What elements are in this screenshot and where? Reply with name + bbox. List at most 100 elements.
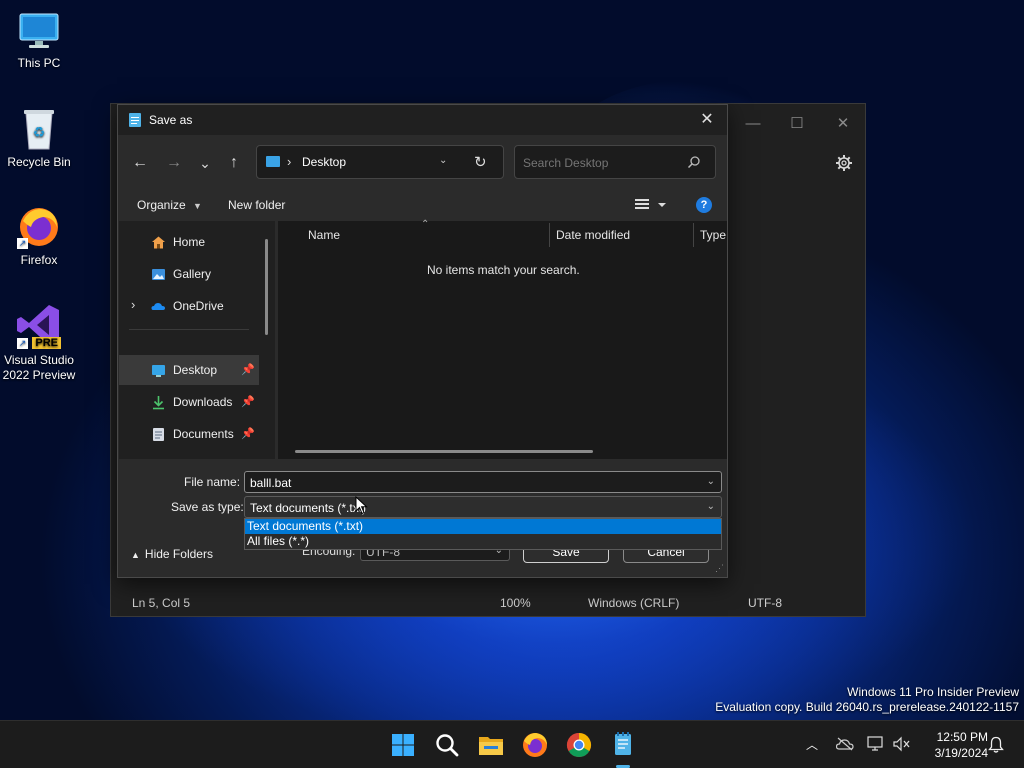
dialog-titlebar: Save as ✕ bbox=[118, 105, 727, 135]
file-name-label: File name: bbox=[184, 475, 241, 489]
file-list: ⌃ No items match your search. bbox=[278, 219, 727, 459]
column-divider[interactable] bbox=[549, 223, 550, 247]
nav-scrollbar[interactable] bbox=[265, 239, 268, 335]
cursor-position: Ln 5, Col 5 bbox=[132, 596, 191, 610]
save-as-type-dropdown: Text documents (*.txt) All files (*.*) bbox=[244, 518, 722, 550]
watermark-line-2: Evaluation copy. Build 26040.rs_prerelea… bbox=[715, 700, 1019, 714]
horizontal-scrollbar[interactable] bbox=[295, 450, 593, 453]
view-options-icon[interactable] bbox=[634, 197, 670, 213]
dialog-close-button[interactable]: ✕ bbox=[696, 109, 718, 131]
refresh-button[interactable]: ↻ bbox=[474, 153, 487, 171]
help-button[interactable]: ? bbox=[696, 197, 712, 213]
save-as-dialog: Save as ✕ ← → ⌄ ↑ › Desktop ⌄ ↻ Organize… bbox=[117, 104, 728, 578]
settings-gear-icon[interactable] bbox=[835, 154, 853, 172]
notepad-icon[interactable] bbox=[607, 729, 639, 768]
clock-time: 12:50 PM bbox=[936, 730, 988, 744]
column-header-type[interactable]: Type bbox=[700, 228, 726, 242]
organize-chevron-icon: ▼ bbox=[193, 201, 202, 211]
notification-bell-icon[interactable] bbox=[988, 736, 1004, 756]
notepad-status-bar: Ln 5, Col 5 100% Windows (CRLF) UTF-8 bbox=[111, 588, 865, 616]
forward-button[interactable]: → bbox=[161, 151, 187, 175]
volume-muted-icon[interactable] bbox=[893, 736, 911, 755]
back-button[interactable]: ← bbox=[127, 151, 153, 175]
file-explorer-icon[interactable] bbox=[475, 729, 507, 761]
onedrive-offline-icon[interactable] bbox=[835, 737, 854, 754]
clock-date: 3/19/2024 bbox=[934, 746, 988, 760]
taskbar: ︿ 12:50 PM 3/19/2024 bbox=[0, 720, 1024, 768]
watermark-line-1: Windows 11 Pro Insider Preview bbox=[847, 685, 1019, 699]
chevron-down-icon[interactable]: ⌄ bbox=[707, 501, 715, 512]
firefox-icon[interactable] bbox=[519, 729, 551, 761]
pin-icon[interactable]: 📌 bbox=[241, 427, 255, 440]
nav-item-gallery[interactable]: Gallery bbox=[119, 259, 259, 289]
column-divider[interactable] bbox=[693, 223, 694, 247]
dropdown-option-text-documents[interactable]: Text documents (*.txt) bbox=[245, 519, 721, 534]
svg-text:♻: ♻ bbox=[33, 125, 46, 141]
resize-grip-icon[interactable]: ⋰ bbox=[715, 563, 724, 574]
recent-locations-button[interactable]: ⌄ bbox=[192, 151, 218, 175]
dialog-title: Save as bbox=[149, 113, 193, 127]
desktop-icon-recycle-bin[interactable]: ♻ Recycle Bin bbox=[0, 107, 78, 169]
expand-chevron-icon[interactable]: › bbox=[131, 297, 135, 312]
windows-start-icon[interactable] bbox=[387, 729, 419, 761]
save-as-type-value[interactable]: Text documents (*.txt) bbox=[250, 501, 366, 515]
address-dropdown-chevron-icon[interactable]: ⌄ bbox=[439, 155, 447, 166]
monitor-icon bbox=[18, 10, 60, 52]
documents-icon bbox=[151, 427, 166, 442]
dropdown-option-all-files[interactable]: All files (*.*) bbox=[245, 534, 721, 549]
encoding-status[interactable]: UTF-8 bbox=[748, 596, 782, 610]
gallery-icon bbox=[151, 267, 166, 282]
minimize-button[interactable]: — bbox=[731, 110, 775, 138]
search-icon[interactable] bbox=[431, 729, 463, 761]
nav-item-onedrive[interactable]: › OneDrive bbox=[119, 291, 259, 321]
home-icon bbox=[151, 235, 166, 250]
visual-studio-icon: PRE ↗ bbox=[15, 301, 63, 349]
desktop-folder-icon bbox=[151, 363, 166, 378]
pin-icon[interactable]: 📌 bbox=[241, 363, 255, 376]
zoom-level[interactable]: 100% bbox=[500, 596, 531, 610]
nav-item-home[interactable]: Home bbox=[119, 227, 259, 257]
sort-arrow-icon: ⌃ bbox=[421, 219, 430, 230]
address-bar[interactable]: › Desktop ⌄ ↻ bbox=[256, 145, 504, 179]
close-button[interactable]: ✕ bbox=[821, 110, 865, 138]
save-as-type-label: Save as type: bbox=[171, 500, 244, 514]
new-folder-button[interactable]: New folder bbox=[228, 198, 285, 212]
chevron-up-icon[interactable]: ︿ bbox=[806, 736, 818, 753]
chrome-icon[interactable] bbox=[563, 729, 595, 761]
chevron-up-icon: ▲ bbox=[131, 550, 140, 560]
chevron-down-icon[interactable]: ⌄ bbox=[707, 476, 715, 487]
line-endings[interactable]: Windows (CRLF) bbox=[588, 596, 679, 610]
nav-divider bbox=[129, 329, 249, 330]
up-button[interactable]: ↑ bbox=[221, 151, 247, 175]
download-icon bbox=[151, 395, 166, 410]
recycle-bin-icon: ♻ bbox=[18, 107, 60, 151]
desktop-icon-visual-studio[interactable]: PRE ↗ Visual Studio 2022 Preview bbox=[0, 301, 78, 383]
desktop-icon-label: This PC bbox=[17, 56, 61, 70]
maximize-button[interactable]: ☐ bbox=[775, 110, 819, 138]
onedrive-icon bbox=[151, 299, 166, 314]
file-name-value[interactable]: balll.bat bbox=[250, 476, 291, 490]
navigation-pane: Home Gallery › OneDrive Desktop 📌 Downlo… bbox=[119, 221, 275, 459]
desktop-icon-label: Recycle Bin bbox=[7, 155, 71, 169]
search-input[interactable] bbox=[521, 153, 685, 173]
pin-icon[interactable]: 📌 bbox=[241, 395, 255, 408]
search-box[interactable] bbox=[514, 145, 716, 179]
desktop-icon-firefox[interactable]: ↗ Firefox bbox=[0, 205, 78, 267]
desktop-icon-this-pc[interactable]: This PC bbox=[0, 10, 78, 70]
nav-item-downloads[interactable]: Downloads 📌 bbox=[119, 387, 259, 417]
network-icon[interactable] bbox=[867, 736, 885, 755]
column-header-name[interactable]: Name bbox=[308, 228, 340, 242]
clock[interactable]: 12:50 PM 3/19/2024 bbox=[918, 729, 988, 761]
organize-menu[interactable]: Organize ▼ bbox=[137, 198, 202, 212]
nav-item-desktop[interactable]: Desktop 📌 bbox=[119, 355, 259, 385]
file-name-field[interactable]: balll.bat ⌄ bbox=[244, 471, 722, 493]
column-header-date-modified[interactable]: Date modified bbox=[556, 228, 630, 242]
hide-folders-button[interactable]: ▲ Hide Folders bbox=[131, 547, 213, 561]
notepad-icon bbox=[129, 113, 141, 127]
firefox-icon: ↗ bbox=[17, 205, 61, 249]
address-location[interactable]: Desktop bbox=[302, 155, 346, 169]
pre-badge: PRE bbox=[32, 337, 61, 349]
save-as-type-select[interactable]: Text documents (*.txt) ⌄ bbox=[244, 496, 722, 518]
nav-item-documents[interactable]: Documents 📌 bbox=[119, 419, 259, 449]
mouse-cursor-icon bbox=[355, 495, 369, 516]
